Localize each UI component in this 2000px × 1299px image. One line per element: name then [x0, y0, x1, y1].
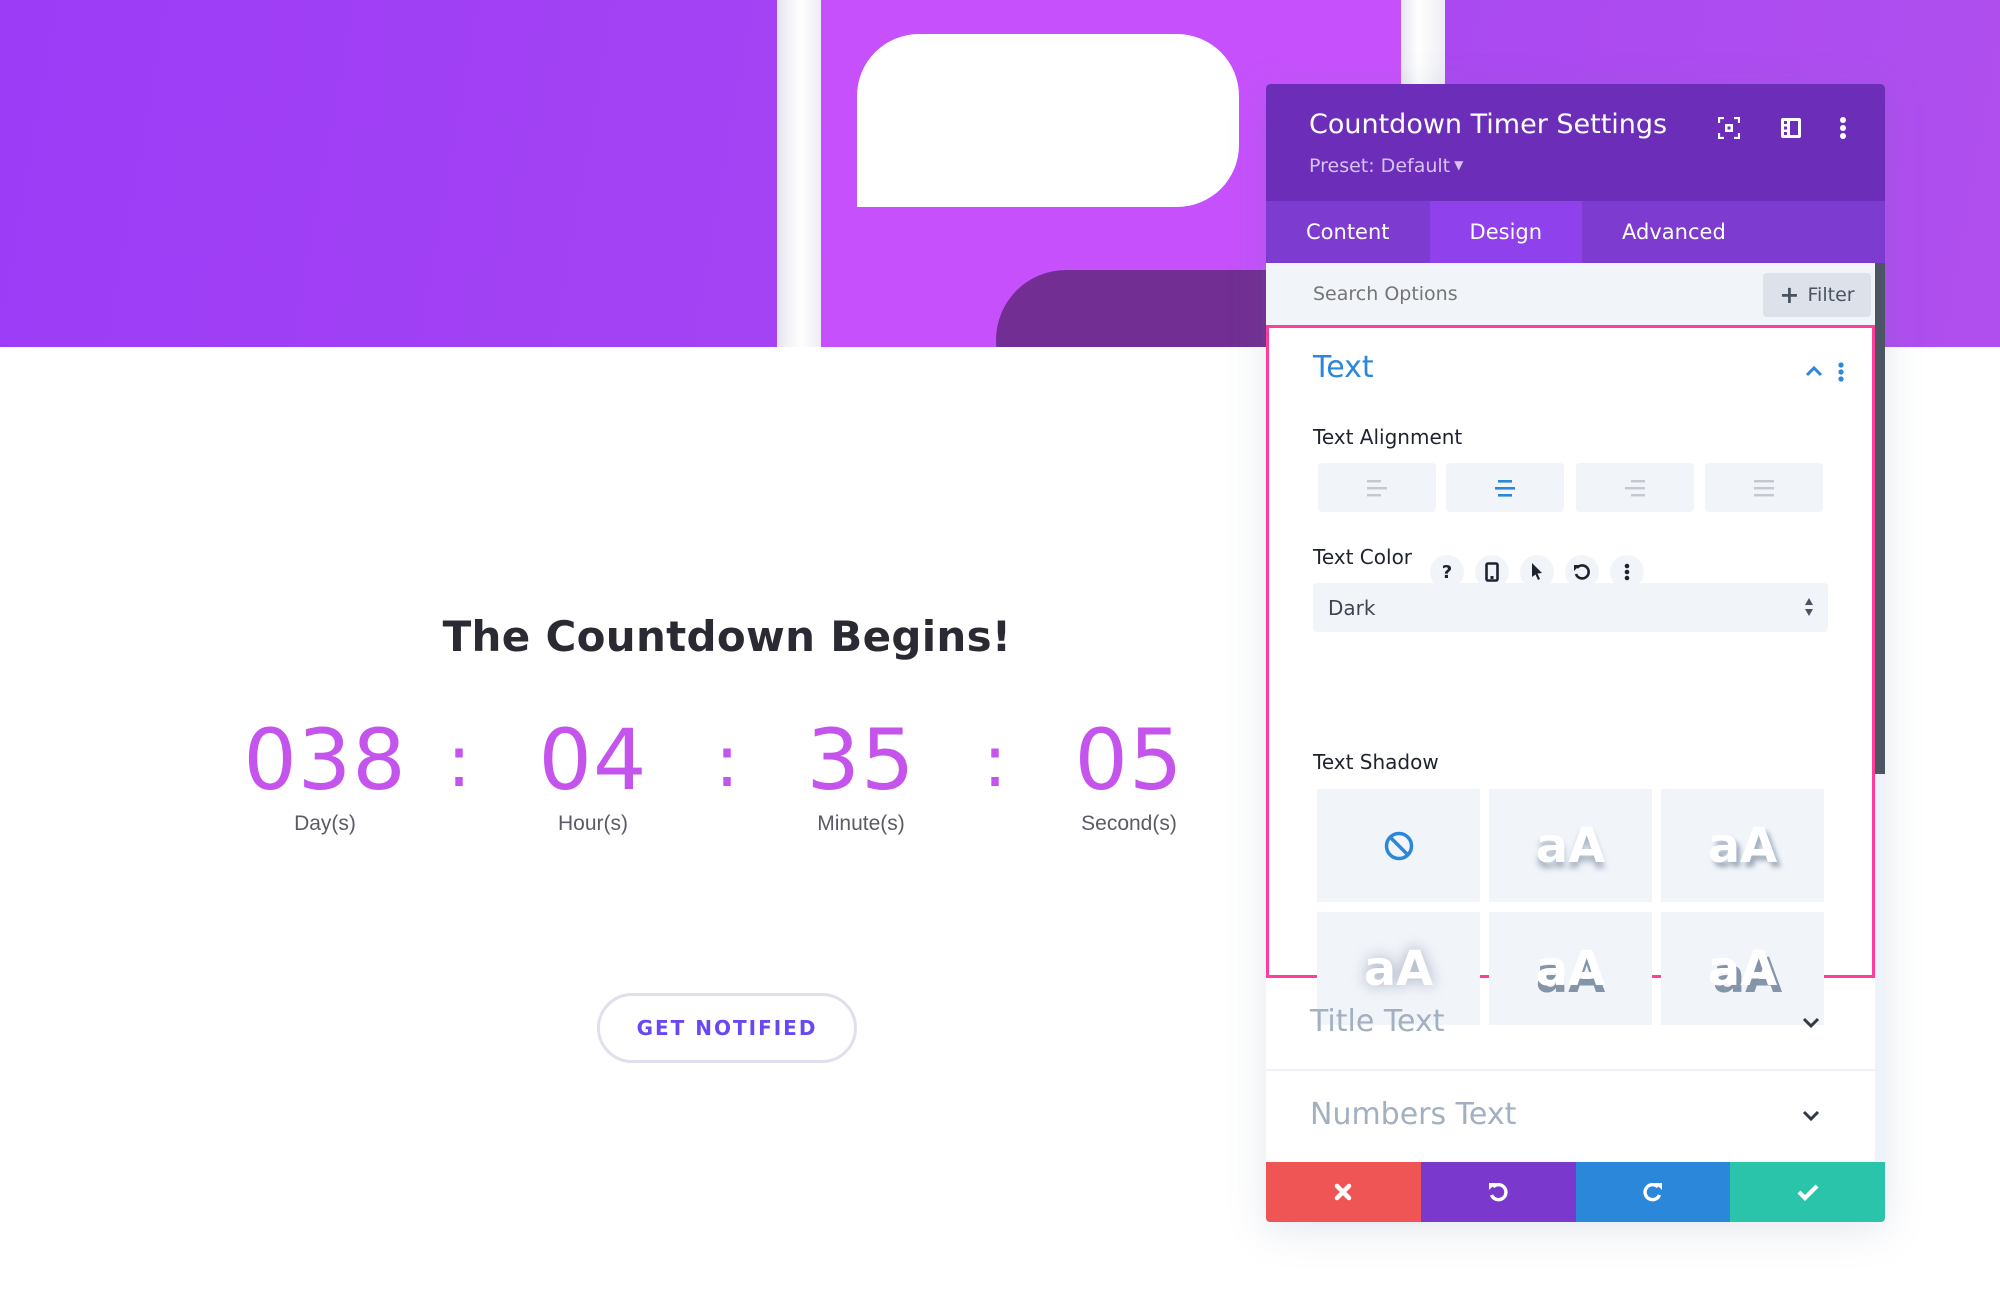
- text-color-label: Text Color: [1313, 545, 1413, 569]
- align-justify-button[interactable]: [1705, 463, 1823, 512]
- numbers-text-group[interactable]: Numbers Text: [1266, 1071, 1875, 1164]
- countdown-seconds-label: Second(s): [1081, 812, 1177, 835]
- settings-tabs: Content Design Advanced: [1266, 201, 1885, 263]
- text-shadow-preset-1[interactable]: aA: [1489, 789, 1652, 902]
- countdown-separator: :: [982, 719, 1008, 803]
- plus-icon: +: [1779, 281, 1800, 309]
- countdown-days-value: 038: [243, 711, 407, 809]
- save-button[interactable]: [1730, 1162, 1885, 1222]
- countdown-hours: 04 Hour(s): [483, 710, 703, 836]
- get-notified-button[interactable]: GET NOTIFIED: [597, 993, 857, 1063]
- undo-button[interactable]: [1420, 1162, 1576, 1222]
- chevron-up-icon[interactable]: [1805, 362, 1823, 381]
- panel-header[interactable]: Countdown Timer Settings Preset: Default…: [1266, 84, 1885, 201]
- countdown-minutes: 35 Minute(s): [751, 710, 971, 836]
- countdown-hours-value: 04: [538, 711, 648, 809]
- caret-down-icon: ▼: [1454, 158, 1464, 172]
- align-right-button[interactable]: [1576, 463, 1694, 512]
- close-icon: [1335, 1183, 1352, 1201]
- chat-bubble-shape: [857, 34, 1239, 207]
- chevron-down-icon: [1802, 1014, 1820, 1033]
- align-left-button[interactable]: [1318, 463, 1436, 512]
- text-shadow-label: Text Shadow: [1313, 750, 1439, 774]
- chevron-down-icon: [1802, 1107, 1820, 1126]
- align-left-icon: [1367, 479, 1387, 496]
- countdown-minutes-label: Minute(s): [817, 812, 905, 835]
- select-arrows-icon: [1804, 596, 1814, 623]
- text-alignment-label: Text Alignment: [1313, 425, 1463, 449]
- text-group-title[interactable]: Text: [1313, 350, 1374, 385]
- expand-modal-icon[interactable]: [1715, 114, 1743, 142]
- text-settings-group: Text Text Alignment Text Color ? Dark Te…: [1266, 325, 1875, 1025]
- group-more-options-icon[interactable]: [1838, 362, 1844, 386]
- countdown-days-label: Day(s): [294, 812, 356, 835]
- align-justify-icon: [1754, 479, 1774, 496]
- sidebar-layout-icon[interactable]: [1777, 114, 1805, 142]
- tab-design[interactable]: Design: [1429, 201, 1583, 263]
- cancel-button[interactable]: [1266, 1162, 1421, 1222]
- align-right-icon: [1625, 479, 1645, 496]
- align-center-icon: [1495, 479, 1515, 497]
- tab-advanced[interactable]: Advanced: [1582, 201, 1766, 263]
- text-color-select[interactable]: Dark: [1313, 583, 1828, 632]
- filter-label: Filter: [1807, 284, 1855, 306]
- phone-mockup-left-edge: [777, 0, 821, 347]
- search-bar: + Filter: [1266, 263, 1875, 325]
- countdown-separator: :: [714, 719, 740, 803]
- preset-label: Preset: Default: [1309, 155, 1451, 177]
- countdown-minutes-value: 35: [806, 711, 916, 809]
- title-text-group[interactable]: Title Text: [1266, 978, 1875, 1071]
- countdown-separator: :: [446, 719, 472, 803]
- no-shadow-icon: [1384, 831, 1413, 860]
- scrollbar-thumb[interactable]: [1875, 263, 1885, 774]
- title-text-group-title: Title Text: [1310, 1004, 1445, 1039]
- countdown-hours-label: Hour(s): [557, 812, 628, 835]
- countdown-timer-settings-panel: Countdown Timer Settings Preset: Default…: [1266, 84, 1885, 1222]
- countdown-days: 038 Day(s): [215, 710, 435, 836]
- panel-footer-actions: [1266, 1162, 1885, 1222]
- countdown-seconds: 05 Second(s): [1019, 710, 1239, 836]
- text-shadow-none-option[interactable]: [1317, 789, 1480, 902]
- text-shadow-preset-2[interactable]: aA: [1661, 789, 1824, 902]
- tab-content[interactable]: Content: [1266, 201, 1430, 263]
- countdown-heading: The Countdown Begins!: [442, 612, 1012, 661]
- search-options-input[interactable]: [1313, 263, 1693, 325]
- panel-title: Countdown Timer Settings: [1309, 109, 1668, 140]
- numbers-text-group-title: Numbers Text: [1310, 1097, 1517, 1132]
- more-options-icon[interactable]: [1829, 114, 1857, 142]
- redo-button[interactable]: [1575, 1162, 1731, 1222]
- filter-button[interactable]: + Filter: [1763, 273, 1871, 317]
- redo-icon: [1643, 1182, 1662, 1202]
- countdown-seconds-value: 05: [1074, 711, 1184, 809]
- preset-dropdown[interactable]: Preset: Default ▼: [1309, 155, 1463, 177]
- text-color-value: Dark: [1328, 595, 1376, 620]
- check-icon: [1797, 1184, 1819, 1201]
- align-center-button[interactable]: [1446, 463, 1564, 512]
- undo-icon: [1489, 1182, 1508, 1202]
